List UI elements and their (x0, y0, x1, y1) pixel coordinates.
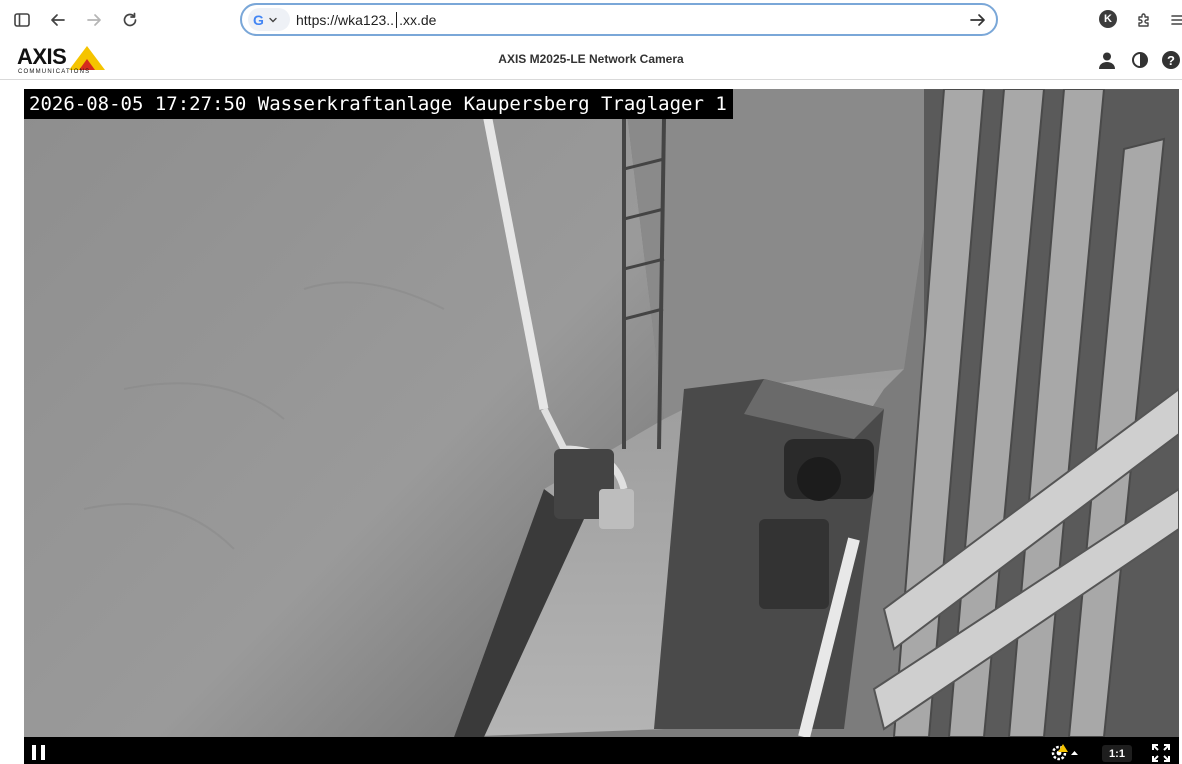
contrast-icon[interactable] (1130, 50, 1150, 70)
aspect-ratio-button[interactable]: 1:1 (1102, 745, 1132, 762)
browser-menu-button[interactable] (1165, 7, 1182, 33)
brand-subtext: COMMUNICATIONS (18, 69, 91, 75)
stream-settings-button[interactable] (1050, 743, 1080, 761)
pause-button[interactable] (32, 745, 46, 760)
url-prefix: https://wka123.. (296, 12, 395, 28)
help-icon[interactable]: ? (1161, 50, 1181, 70)
extensions-button[interactable] (1131, 7, 1157, 33)
pause-icon (32, 745, 36, 760)
chevron-down-icon (269, 17, 277, 22)
page-title: AXIS M2025-LE Network Camera (498, 52, 684, 66)
reload-icon (123, 12, 137, 27)
puzzle-icon (1138, 13, 1149, 27)
go-arrow-icon[interactable] (968, 10, 988, 30)
sidebar-toggle-icon[interactable] (9, 7, 35, 33)
pause-icon-bar (41, 745, 45, 760)
search-engine-chip[interactable]: G (248, 8, 290, 31)
arrow-right-icon (87, 14, 101, 26)
reload-button[interactable] (117, 7, 143, 33)
text-caret (396, 12, 398, 28)
back-button[interactable] (45, 7, 71, 33)
fullscreen-icon[interactable] (1152, 744, 1170, 762)
live-video-view[interactable]: 2026-08-05 17:27:50 Wasserkraftanlage Ka… (24, 89, 1179, 764)
player-control-bar: 1:1 (24, 737, 1179, 764)
gear-warning-icon (1051, 744, 1078, 761)
menu-icon (1171, 15, 1182, 25)
address-bar[interactable]: G https://wka123.. .xx.de (240, 3, 998, 36)
url-text[interactable]: https://wka123.. .xx.de (296, 12, 436, 28)
forward-button[interactable] (81, 7, 107, 33)
browser-toolbar: G https://wka123.. .xx.de K (0, 0, 1182, 40)
arrow-left-icon (51, 14, 65, 26)
url-suffix: .xx.de (399, 12, 437, 28)
camera-header: AXIS COMMUNICATIONS AXIS M2025-LE Networ… (0, 40, 1182, 80)
profile-avatar[interactable]: K (1099, 10, 1117, 28)
video-timestamp-overlay: 2026-08-05 17:27:50 Wasserkraftanlage Ka… (24, 89, 733, 119)
svg-text:?: ? (1167, 53, 1175, 68)
camera-image (24, 89, 1179, 737)
google-icon: G (253, 11, 264, 28)
user-icon[interactable] (1097, 50, 1117, 70)
